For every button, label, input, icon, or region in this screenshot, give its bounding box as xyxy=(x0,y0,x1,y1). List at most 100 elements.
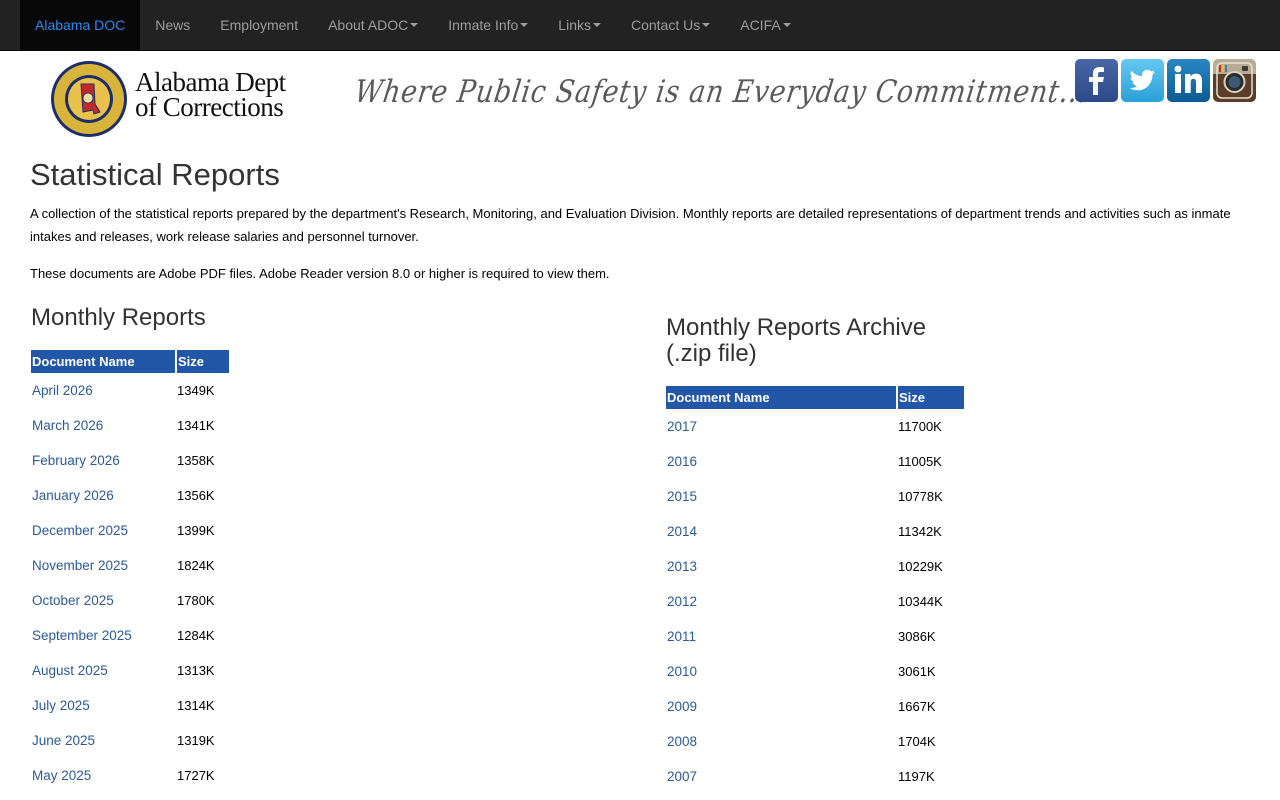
archive-reports-title: Monthly Reports Archive (.zip file) xyxy=(666,315,986,367)
report-size: 1780K xyxy=(177,593,215,608)
caret-down-icon xyxy=(702,23,711,27)
facebook-button[interactable] xyxy=(1075,59,1118,102)
logo-line-2: of Corrections xyxy=(135,92,284,122)
report-link[interactable]: November 2025 xyxy=(32,558,128,573)
nav-item-inmate-info[interactable]: Inmate Info xyxy=(433,0,543,50)
report-size: 1727K xyxy=(177,768,215,783)
report-link[interactable]: June 2025 xyxy=(32,733,95,748)
archive-link[interactable]: 2010 xyxy=(667,664,697,679)
monthly-reports-title: Monthly Reports xyxy=(31,304,206,331)
report-size: 1319K xyxy=(177,733,215,748)
archive-link[interactable]: 2015 xyxy=(667,489,697,504)
report-link[interactable]: September 2025 xyxy=(32,628,132,643)
archive-link[interactable]: 2008 xyxy=(667,734,697,749)
nav-item-acifa[interactable]: ACIFA xyxy=(725,0,805,50)
archive-reports-table: Document Name Size 2017 11700K 2016 11005K… xyxy=(666,386,964,794)
archive-size: 10344K xyxy=(898,594,943,609)
nav-item-contact[interactable]: Contact Us xyxy=(616,0,725,50)
archive-link[interactable]: 2007 xyxy=(667,769,697,784)
table-row: 2007 1197K xyxy=(666,759,964,794)
archive-link[interactable]: 2013 xyxy=(667,559,697,574)
archive-size: 10778K xyxy=(898,489,943,504)
report-size: 1349K xyxy=(177,383,215,398)
archive-link[interactable]: 2014 xyxy=(667,524,697,539)
table-row: October 2025 1780K xyxy=(31,583,229,618)
instagram-button[interactable] xyxy=(1213,59,1256,102)
col-document-name: Document Name xyxy=(666,386,898,409)
report-size: 1356K xyxy=(177,488,215,503)
twitter-button[interactable] xyxy=(1121,59,1164,102)
caret-down-icon xyxy=(520,23,529,27)
caret-down-icon xyxy=(592,23,601,27)
archive-size: 3061K xyxy=(898,664,936,679)
linkedin-icon xyxy=(1174,65,1202,93)
intro-paragraph: A collection of the statistical reports … xyxy=(30,206,1231,244)
report-link[interactable]: August 2025 xyxy=(32,663,108,678)
archive-size: 11342K xyxy=(898,524,942,539)
col-size: Size xyxy=(897,386,964,409)
pdf-note: These documents are Adobe PDF files. Ado… xyxy=(30,266,610,281)
table-row: September 2025 1284K xyxy=(31,618,229,653)
table-row: 2013 10229K xyxy=(666,549,964,584)
report-size: 1284K xyxy=(177,628,215,643)
report-link[interactable]: October 2025 xyxy=(32,593,114,608)
table-row: August 2025 1313K xyxy=(31,653,229,688)
table-row: 2015 10778K xyxy=(666,479,964,514)
instagram-icon xyxy=(1216,62,1253,99)
archive-link[interactable]: 2009 xyxy=(667,699,697,714)
facebook-icon xyxy=(1089,67,1104,95)
table-row: November 2025 1824K xyxy=(31,548,229,583)
archive-link[interactable]: 2011 xyxy=(667,629,696,644)
archive-title-line-1: Monthly Reports Archive xyxy=(666,314,927,341)
table-row: March 2026 1341K xyxy=(31,408,229,443)
archive-size: 11005K xyxy=(898,454,942,469)
archive-reports-body: 2017 11700K 2016 11005K 2015 10778K 2014 113… xyxy=(666,409,964,794)
archive-link[interactable]: 2017 xyxy=(667,419,697,434)
archive-size: 11700K xyxy=(898,419,942,434)
twitter-icon xyxy=(1129,69,1155,91)
nav-item-employment[interactable]: Employment xyxy=(205,0,313,50)
table-header-row: Document Name Size xyxy=(666,386,964,409)
caret-down-icon xyxy=(782,23,791,27)
table-row: 2017 11700K xyxy=(666,409,964,444)
monthly-reports-body: April 2026 1349K March 2026 1341K February… xyxy=(31,373,229,793)
tagline-text: Where Public Safety is an Everyday Commi… xyxy=(352,74,1091,110)
report-link[interactable]: January 2026 xyxy=(32,488,114,503)
nav-brand-label: Alabama DOC xyxy=(35,17,126,33)
archive-size: 1667K xyxy=(898,699,936,714)
monthly-reports-table: Document Name Size April 2026 1349K March… xyxy=(31,350,229,793)
nav-brand-link[interactable]: Alabama DOC xyxy=(20,0,141,50)
report-link[interactable]: April 2026 xyxy=(32,383,93,398)
archive-size: 1704K xyxy=(898,734,936,749)
report-link[interactable]: February 2026 xyxy=(32,453,120,468)
table-row: 2008 1704K xyxy=(666,724,964,759)
col-size: Size xyxy=(176,350,229,373)
nav-item-links[interactable]: Links xyxy=(543,0,616,50)
nav-item-label: Contact Us xyxy=(630,17,701,33)
department-seal-logo[interactable] xyxy=(50,60,128,138)
table-header-row: Document Name Size xyxy=(31,350,229,373)
nav-item-news[interactable]: News xyxy=(140,0,205,50)
archive-size: 3086K xyxy=(898,629,936,644)
archive-link[interactable]: 2016 xyxy=(667,454,697,469)
report-link[interactable]: July 2025 xyxy=(32,698,90,713)
table-row: 2010 3061K xyxy=(666,654,964,689)
archive-size: 10229K xyxy=(898,559,943,574)
report-size: 1358K xyxy=(177,453,215,468)
report-size: 1824K xyxy=(177,558,215,573)
report-size: 1313K xyxy=(177,663,215,678)
report-link[interactable]: March 2026 xyxy=(32,418,103,433)
nav-item-label: ACIFA xyxy=(740,17,781,33)
linkedin-button[interactable] xyxy=(1167,59,1210,102)
table-row: 2011 3086K xyxy=(666,619,964,654)
table-row: May 2025 1727K xyxy=(31,758,229,793)
report-link[interactable]: May 2025 xyxy=(32,768,91,783)
report-link[interactable]: December 2025 xyxy=(32,523,128,538)
table-row: December 2025 1399K xyxy=(31,513,229,548)
table-row: 2016 11005K xyxy=(666,444,964,479)
table-row: 2012 10344K xyxy=(666,584,964,619)
table-row: January 2026 1356K xyxy=(31,478,229,513)
nav-item-about[interactable]: About ADOC xyxy=(313,0,433,50)
site-logo-text[interactable]: Alabama Dept of Corrections xyxy=(135,69,286,122)
archive-link[interactable]: 2012 xyxy=(667,594,697,609)
